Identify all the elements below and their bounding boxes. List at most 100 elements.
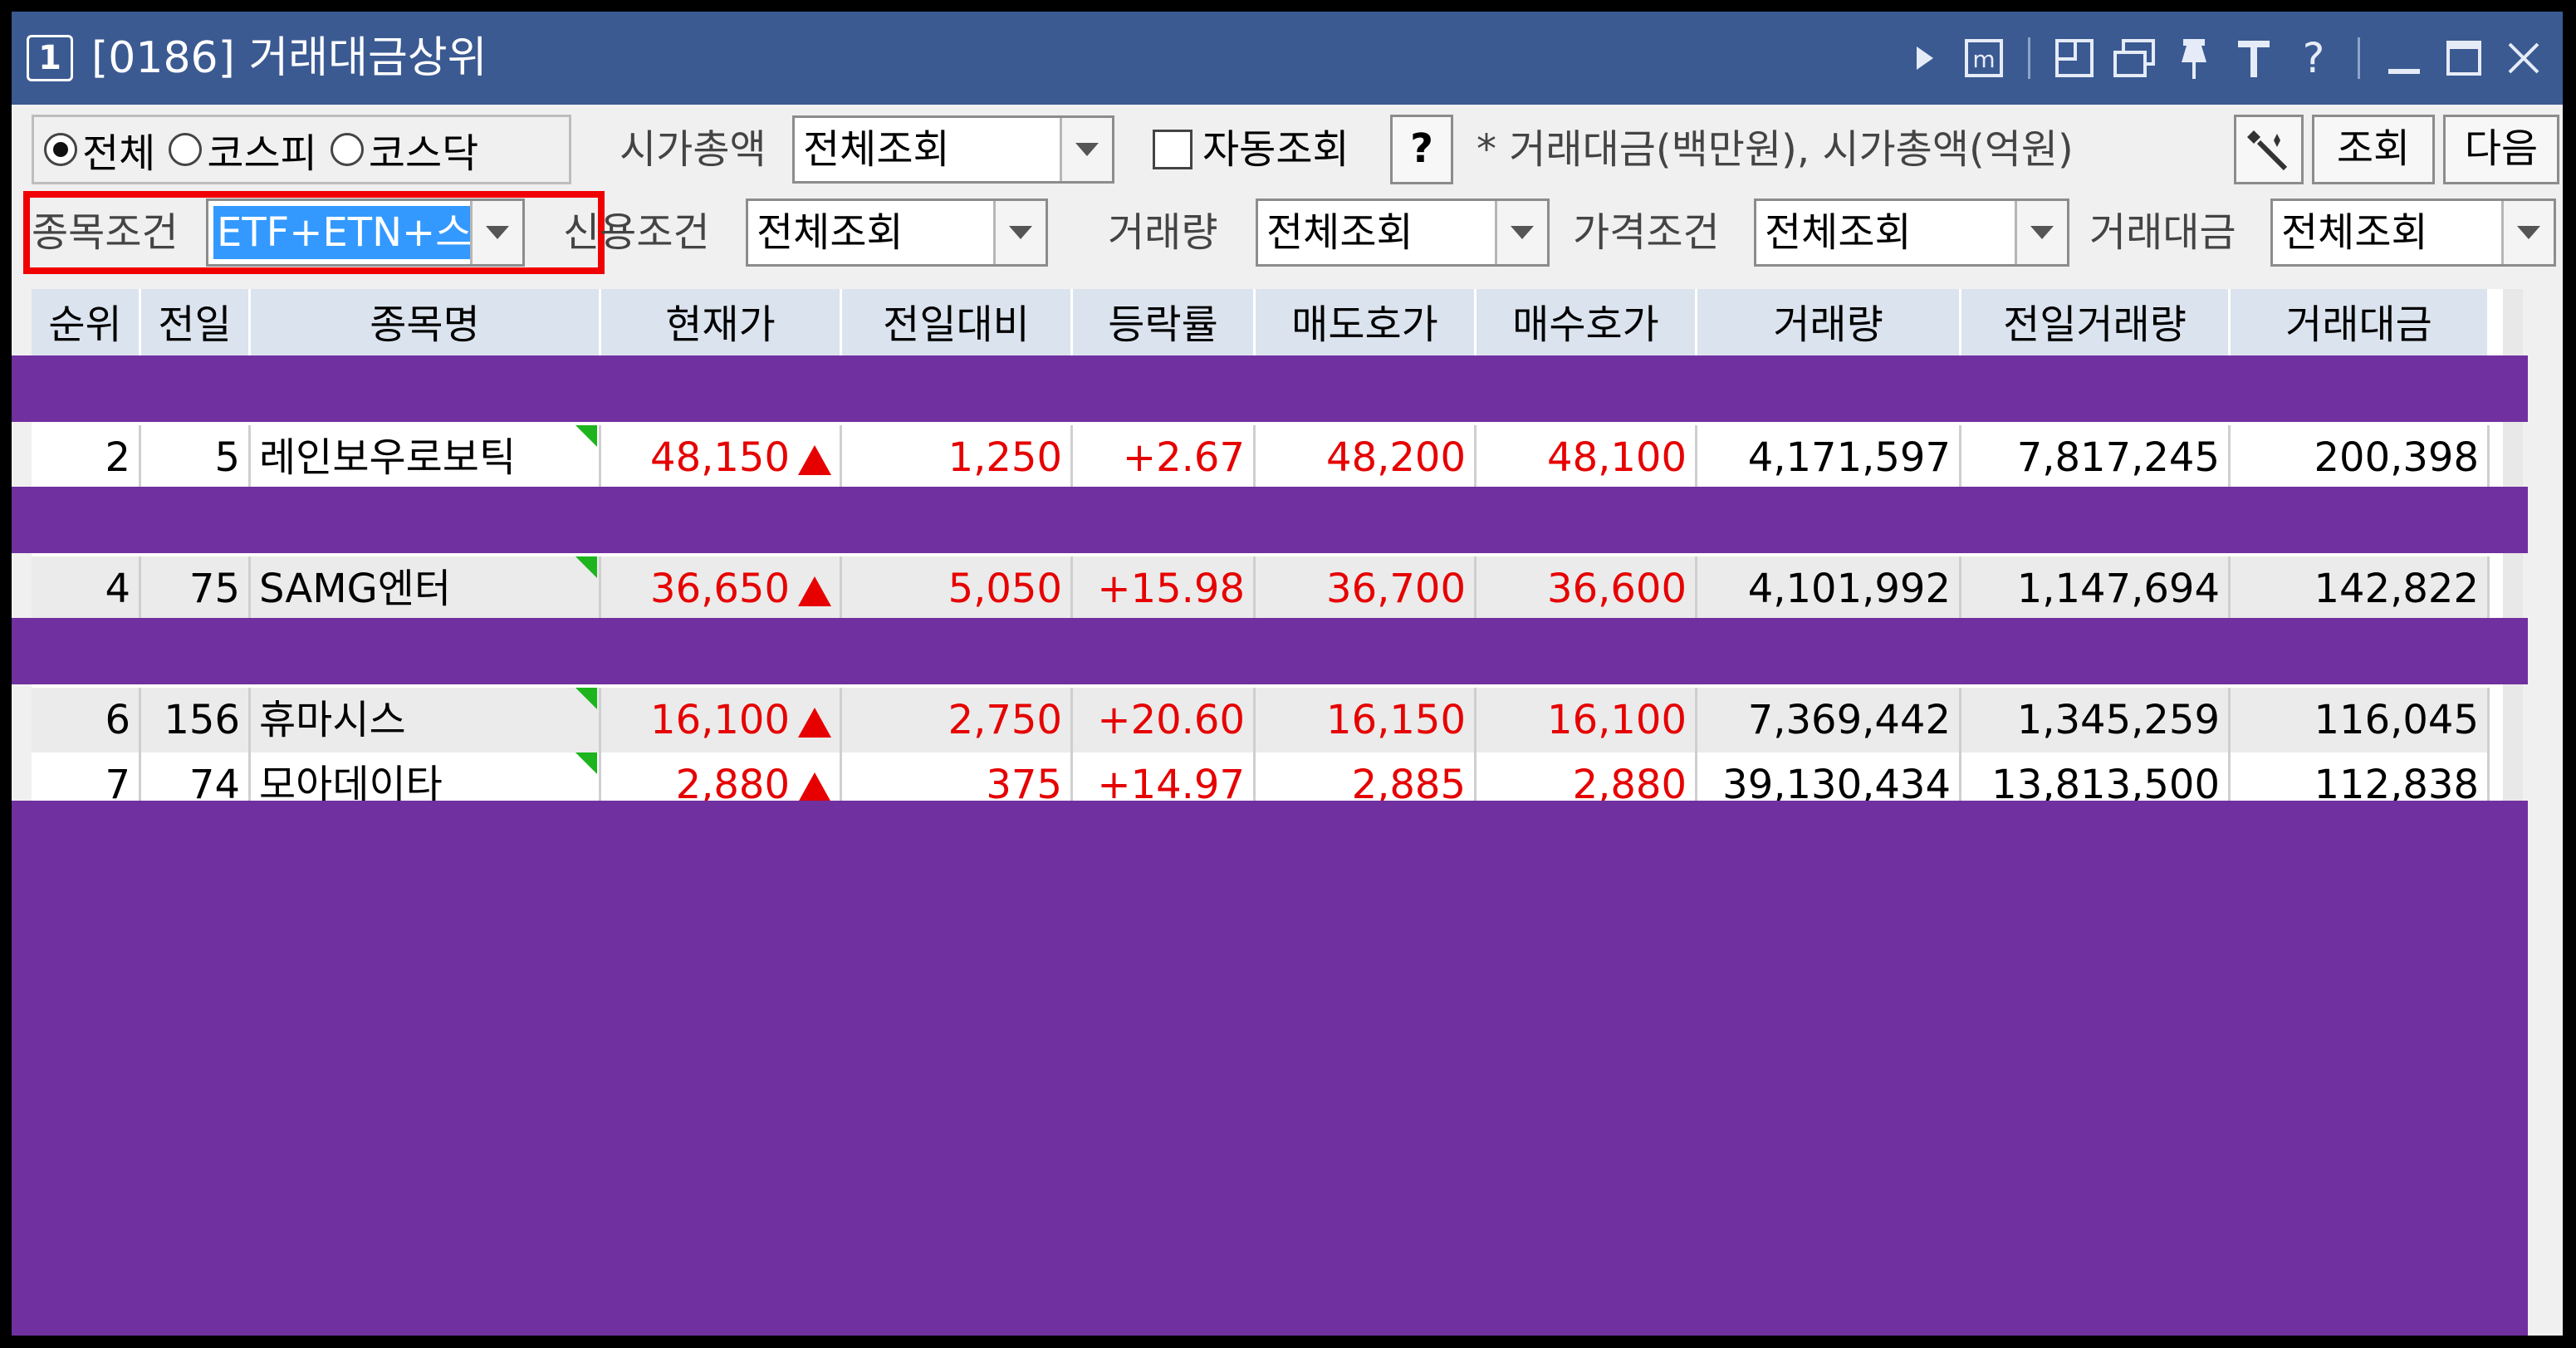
cell-ask: 16,150 [1256,688,1477,752]
col-ask[interactable]: 매도호가 [1256,289,1477,360]
font-icon[interactable] [2231,33,2276,83]
window-icon[interactable] [2112,33,2157,83]
title-separator [2028,37,2030,79]
cell-amount: 116,045 [2231,688,2490,752]
window-title: [0186] 거래대금상위 [91,33,487,83]
chevron-down-icon[interactable] [993,201,1046,264]
market-radio-kosdaq-label: 코스닥 [368,130,479,177]
cell-rate: +15.98 [1073,556,1256,621]
cell-rate: +2.67 [1073,425,1256,490]
trade-amount-value: 전체조회 [2281,209,2428,256]
col-volume[interactable]: 거래량 [1697,289,1961,360]
up-arrow-icon [798,708,831,738]
cell-rank: 6 [32,688,141,752]
title-bar-icons: m ? [1902,32,2546,85]
market-radio-kospi[interactable]: 코스피 [169,120,317,179]
cell-rate: +20.60 [1073,688,1256,752]
col-change[interactable]: 전일대비 [842,289,1073,360]
flag-icon [575,425,597,447]
memo-icon[interactable]: m [1961,33,2006,83]
chevron-down-icon[interactable] [1495,201,1547,264]
filter-row-2: 종목조건 ETF+ETN+스팩 신용조건 전체조회 거래량 전체조회 가격조건 … [23,191,2556,274]
help-icon[interactable]: ? [2291,33,2336,83]
cell-ask: 36,700 [1256,556,1477,621]
wand-icon [2247,130,2288,171]
cell-price: 36,650 [601,556,842,621]
pin-icon[interactable] [2172,33,2216,83]
redaction-mask [12,355,2528,422]
up-arrow-icon [798,576,831,606]
volume-label: 거래량 [1108,209,1218,256]
market-radio-group: 전체 코스피 코스닥 [32,115,571,184]
filter-row-1: 전체 코스피 코스닥 시가총액 전체조회 자동조회 ? * 거래대금(백만원),… [32,115,2559,188]
trade-amount-ranking-window: 1 [0186] 거래대금상위 m ? 전체 코스피 코스닥 시가총액 전체조회… [12,12,2563,1336]
market-cap-select[interactable]: 전체조회 [792,115,1114,184]
col-rank[interactable]: 순위 [32,289,141,360]
cell-amount: 200,398 [2231,425,2490,490]
cell-name-text: 휴마시스 [259,697,406,743]
title-bar[interactable]: 1 [0186] 거래대금상위 m ? [12,12,2563,105]
redaction-mask [12,801,2528,1336]
layout-icon[interactable] [2052,33,2097,83]
refresh-button[interactable] [2234,115,2304,184]
col-rate[interactable]: 등락률 [1073,289,1256,360]
market-radio-kospi-label: 코스피 [207,130,317,177]
price-condition-select[interactable]: 전체조회 [1754,199,2069,267]
auto-query-label: 자동조회 [1202,126,1349,173]
trade-amount-label: 거래대금 [2089,209,2236,256]
table-row[interactable]: 4 75 SAMG엔터 36,650 5,050 +15.98 36,700 3… [32,556,2490,621]
market-radio-kosdaq[interactable]: 코스닥 [330,120,479,179]
col-name[interactable]: 종목명 [251,289,601,360]
col-price[interactable]: 현재가 [601,289,842,360]
cell-change: 2,750 [842,688,1073,752]
table-row[interactable]: 2 5 레인보우로보틱 48,150 1,250 +2.67 48,200 48… [32,425,2490,490]
chevron-down-icon[interactable] [2015,201,2067,264]
chevron-down-icon[interactable] [1060,118,1112,181]
volume-select[interactable]: 전체조회 [1256,199,1550,267]
play-icon[interactable] [1902,33,1947,83]
col-amount[interactable]: 거래대금 [2231,289,2490,360]
query-button[interactable]: 조회 [2312,115,2435,184]
cell-price-text: 16,100 [650,697,790,743]
cell-name: 레인보우로보틱 [251,425,601,490]
col-prev-volume[interactable]: 전일거래량 [1961,289,2231,360]
cell-prev-rank: 5 [141,425,251,490]
svg-text:?: ? [2303,36,2325,81]
flag-icon [575,556,597,578]
chevron-down-icon[interactable] [2501,201,2554,264]
market-cap-value: 전체조회 [803,126,950,173]
cell-prev-volume: 1,345,259 [1961,688,2231,752]
cell-price-text: 36,650 [650,566,790,612]
radio-icon[interactable] [169,133,203,166]
cell-name-text: SAMG엔터 [259,566,452,612]
radio-selected-icon[interactable] [44,133,77,166]
table-row[interactable]: 6 156 휴마시스 16,100 2,750 +20.60 16,150 16… [32,688,2490,752]
redaction-mask [12,618,2528,684]
cell-change: 5,050 [842,556,1073,621]
cell-volume: 4,171,597 [1697,425,1961,490]
market-radio-all[interactable]: 전체 [44,120,155,179]
cell-prev-volume: 1,147,694 [1961,556,2231,621]
price-condition-label: 가격조건 [1573,209,1720,256]
minimize-icon[interactable] [2382,33,2427,83]
cell-price-text: 48,150 [650,434,790,481]
trade-amount-select[interactable]: 전체조회 [2270,199,2556,267]
cell-price: 48,150 [601,425,842,490]
credit-condition-select[interactable]: 전체조회 [746,199,1048,267]
market-cap-label: 시가총액 [620,126,766,173]
up-arrow-icon [798,772,831,802]
up-arrow-icon [798,445,831,475]
maximize-icon[interactable] [2441,33,2486,83]
cell-volume: 4,101,992 [1697,556,1961,621]
col-bid[interactable]: 매수호가 [1477,289,1697,360]
highlight-box [23,191,605,274]
auto-query-checkbox[interactable] [1153,130,1193,169]
market-radio-all-label: 전체 [82,130,156,177]
next-button[interactable]: 다음 [2443,115,2559,184]
col-prev-rank[interactable]: 전일 [141,289,251,360]
close-icon[interactable] [2501,33,2546,83]
radio-icon[interactable] [330,133,364,166]
cell-volume: 7,369,442 [1697,688,1961,752]
cell-amount: 142,822 [2231,556,2490,621]
help-button[interactable]: ? [1390,115,1453,184]
